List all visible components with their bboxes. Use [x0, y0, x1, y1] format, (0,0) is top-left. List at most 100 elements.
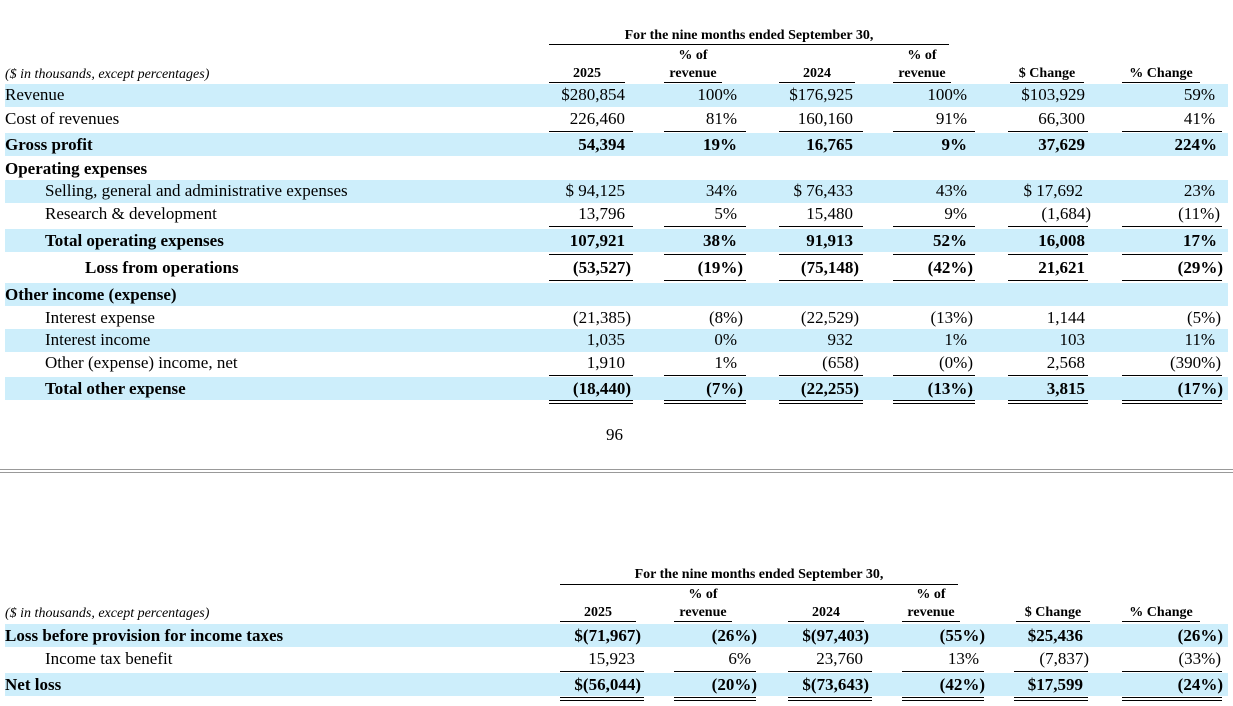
- subtotal-rule: [549, 280, 633, 281]
- cell-2025: 15,923: [588, 649, 635, 668]
- cell-2025: 226,460: [569, 109, 625, 128]
- row-label: Revenue: [5, 85, 65, 104]
- cell-2024: $176,925: [789, 85, 853, 104]
- subtotal-rule: [1122, 226, 1222, 227]
- subtotal-rule: [664, 375, 746, 376]
- cell-pct-change: 17%: [1183, 231, 1217, 250]
- table-row: Total operating expenses 107,921 38% 91,…: [5, 229, 1228, 252]
- cell-dollar-change: 21,621: [1038, 258, 1085, 277]
- table-row: Revenue $280,854 100% $176,925 100% $103…: [5, 84, 1228, 107]
- cell-2025: (18,440): [572, 379, 631, 398]
- cell-2025: 107,921: [569, 231, 625, 250]
- subtotal-rule: [1008, 226, 1088, 227]
- col-header-dollar-change: $ Change: [1010, 66, 1084, 83]
- cell-pct-2024: (42%): [939, 675, 985, 694]
- cell-2024: $(73,643): [802, 675, 869, 694]
- cell-dollar-change: 37,629: [1038, 135, 1085, 154]
- subtotal-rule: [1014, 671, 1088, 672]
- cell-2024: 23,760: [816, 649, 863, 668]
- cell-pct-change: (33%): [1178, 649, 1221, 668]
- cell-dollar-change: $ 17,692: [1023, 181, 1084, 200]
- row-label: Income tax benefit: [45, 649, 173, 668]
- col-header-pct-change: % Change: [1122, 605, 1200, 622]
- table-row: Interest expense (21,385) (8%) (22,529) …: [5, 306, 1228, 329]
- col-header-2024: 2024: [788, 605, 864, 622]
- cell-pct-change: 11%: [1184, 330, 1215, 349]
- table-row: Cost of revenues 226,460 81% 160,160 91%…: [5, 108, 1228, 131]
- cell-2025: $280,854: [561, 85, 625, 104]
- cell-pct-2025: (7%): [706, 379, 743, 398]
- table-row: Net loss $(56,044) (20%) $(73,643) (42%)…: [5, 673, 1228, 696]
- subtotal-rule: [549, 254, 633, 255]
- cell-pct-2025: 81%: [705, 109, 737, 128]
- table-row: Gross profit 54,394 19% 16,765 9% 37,629…: [5, 133, 1228, 156]
- total-double-rule: [1014, 697, 1088, 701]
- row-label: Cost of revenues: [5, 109, 120, 128]
- cell-pct-2025: 5%: [714, 204, 737, 223]
- page-number: 96: [606, 425, 623, 444]
- total-double-rule: [893, 400, 975, 404]
- subtotal-rule: [664, 131, 746, 132]
- subtotal-rule: [1122, 671, 1222, 672]
- cell-2024: 160,160: [797, 109, 853, 128]
- row-label: Total operating expenses: [45, 231, 224, 250]
- cell-2024: (22,255): [800, 379, 859, 398]
- cell-pct-2024: (13%): [927, 379, 973, 398]
- cell-pct-2025: 38%: [703, 231, 737, 250]
- cell-dollar-change: $17,599: [1027, 675, 1083, 694]
- cell-pct-change: (5%): [1187, 308, 1221, 327]
- cell-2024: 932: [827, 330, 854, 349]
- col-header-pct-change: % Change: [1122, 66, 1200, 83]
- cell-pct-change: 23%: [1183, 181, 1215, 200]
- row-label: Net loss: [5, 675, 62, 694]
- subtotal-rule: [664, 226, 746, 227]
- cell-pct-2025: 1%: [714, 353, 737, 372]
- cell-pct-2025: 100%: [697, 85, 737, 104]
- cell-dollar-change: 66,300: [1038, 109, 1085, 128]
- section-heading: Other income (expense): [5, 285, 177, 304]
- table-row: Interest income 1,035 0% 932 1% 103 11%: [5, 329, 1228, 352]
- page-break-separator: [0, 469, 1233, 473]
- subtotal-rule: [893, 131, 975, 132]
- cell-dollar-change: 2,568: [1046, 353, 1085, 372]
- cell-pct-2024: 9%: [941, 135, 968, 154]
- total-double-rule: [1122, 697, 1222, 701]
- row-label: Loss before provision for income taxes: [5, 626, 284, 645]
- cell-pct-2024: 52%: [933, 231, 967, 250]
- total-double-rule: [902, 697, 984, 701]
- cell-pct-change: (11%): [1178, 204, 1220, 223]
- period-header: For the nine months ended September 30,: [634, 567, 884, 582]
- cell-pct-2024: (13%): [930, 308, 973, 327]
- cell-pct-2025: 34%: [705, 181, 737, 200]
- cell-pct-2025: 6%: [728, 649, 751, 668]
- col-header-pct-revenue-2025: revenue: [674, 605, 732, 622]
- col-header-2025: 2025: [549, 66, 625, 83]
- cell-2024: 91,913: [806, 231, 853, 250]
- cell-pct-2024: (55%): [939, 626, 985, 645]
- subtotal-rule: [893, 254, 975, 255]
- col-header-pct-revenue-2024: revenue: [893, 66, 951, 83]
- cell-2025: (21,385): [572, 308, 631, 327]
- subtotal-rule: [788, 671, 872, 672]
- col-header-2025: 2025: [560, 605, 636, 622]
- subtotal-rule: [779, 226, 863, 227]
- row-label: Other (expense) income, net: [45, 353, 238, 372]
- total-double-rule: [1008, 400, 1088, 404]
- subtotal-rule: [664, 254, 746, 255]
- subtotal-rule: [893, 226, 975, 227]
- subtotal-rule: [1008, 131, 1088, 132]
- total-double-rule: [779, 400, 863, 404]
- cell-dollar-change: 1,144: [1046, 308, 1085, 327]
- row-label: Research & development: [45, 204, 217, 223]
- section-heading: Operating expenses: [5, 159, 148, 178]
- table-row: Loss from operations (53,527) (19%) (75,…: [5, 256, 1228, 279]
- subtotal-rule: [1122, 375, 1222, 376]
- table-row: Other (expense) income, net 1,910 1% (65…: [5, 352, 1228, 375]
- col-header-pct1-line1: % of: [688, 587, 718, 602]
- cell-pct-2025: (19%): [697, 258, 743, 277]
- col-header-dollar-change: $ Change: [1016, 605, 1090, 622]
- cell-pct-change: (17%): [1177, 379, 1223, 398]
- cell-2025: 13,796: [578, 204, 625, 223]
- cell-2024: (22,529): [800, 308, 859, 327]
- subtotal-rule: [664, 280, 746, 281]
